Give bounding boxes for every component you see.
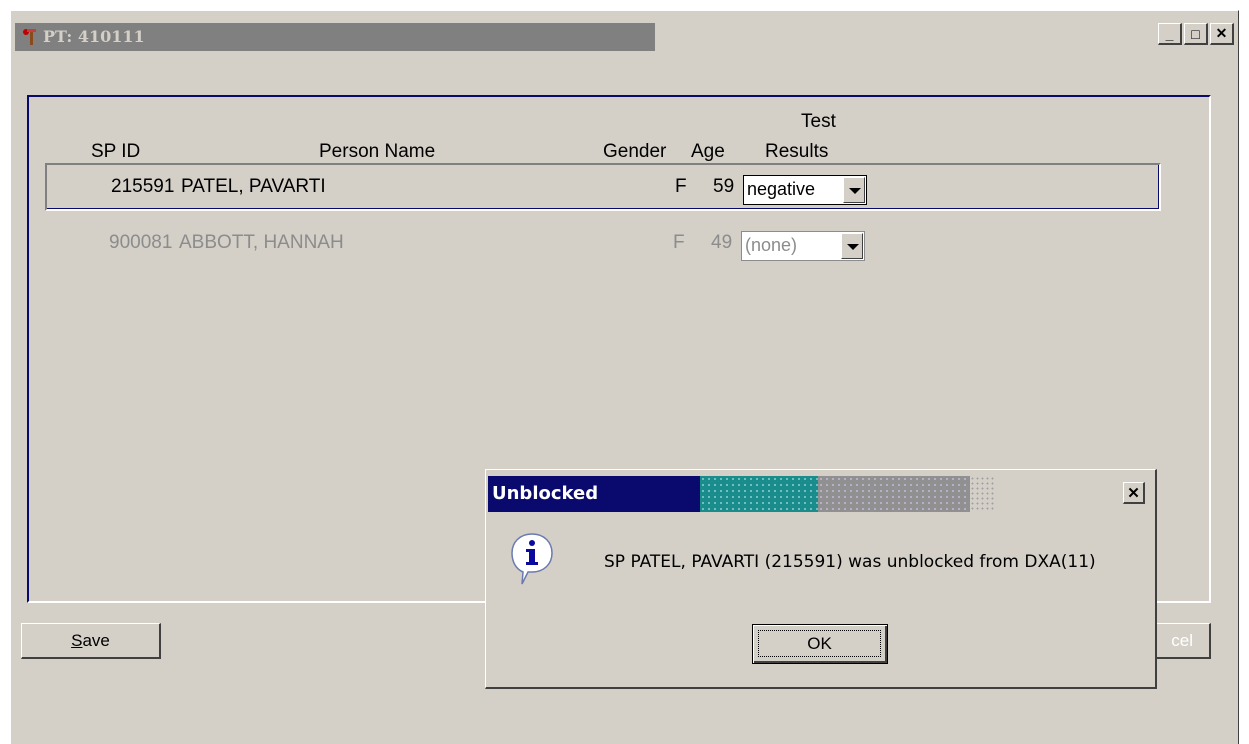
window-titlebar[interactable]: PT: 410111 [15, 23, 655, 51]
row-person-name: ABBOTT, HANNAH [179, 232, 344, 253]
row-gender: F [675, 176, 687, 197]
window-controls: _ □ ✕ [1158, 23, 1234, 45]
test-results-value: negative [747, 179, 816, 199]
save-button-label: Save [71, 630, 110, 650]
dialog-close-button[interactable]: ✕ [1123, 482, 1145, 504]
close-button[interactable]: ✕ [1210, 23, 1234, 45]
minimize-button[interactable]: _ [1158, 23, 1182, 45]
header-age: Age [691, 141, 725, 162]
header-person-name: Person Name [319, 141, 436, 162]
row-age: 59 [713, 176, 735, 197]
row-sp-id: 215591 [111, 176, 175, 197]
close-icon: ✕ [1127, 484, 1140, 502]
window-title: PT: 410111 [43, 27, 145, 46]
header-results: Results [765, 141, 829, 162]
header-sp-id: SP ID [91, 141, 141, 162]
cancel-button-label: cel [1171, 630, 1193, 650]
unblocked-dialog: Unblocked ✕ SP PATEL, PAVARTI (215591) w… [485, 469, 1157, 689]
dialog-title: Unblocked [492, 483, 599, 504]
save-button[interactable]: Save [21, 623, 161, 659]
chevron-down-icon [841, 233, 863, 259]
maximize-icon: □ [1191, 25, 1200, 42]
table-row-selected[interactable]: 215591 PATEL, PAVARTI F 59 negative [45, 163, 1161, 211]
row-sp-id: 900081 [109, 232, 173, 253]
test-results-value: (none) [745, 235, 798, 255]
row-age: 49 [711, 232, 733, 253]
row-gender: F [673, 232, 685, 253]
maximize-button[interactable]: □ [1184, 23, 1208, 45]
header-test: Test [801, 111, 836, 132]
close-icon: ✕ [1215, 25, 1228, 41]
ok-button[interactable]: OK [752, 624, 888, 664]
minimize-icon: _ [1165, 25, 1174, 42]
ok-button-label: OK [758, 630, 881, 657]
row-person-name: PATEL, PAVARTI [181, 176, 326, 197]
chevron-down-icon[interactable] [843, 177, 865, 203]
table-row-disabled: 900081 ABBOTT, HANNAH F 49 (none) [45, 221, 1161, 269]
dialog-message: SP PATEL, PAVARTI (215591) was unblocked… [604, 552, 1096, 572]
test-results-select[interactable]: negative [743, 175, 867, 205]
info-icon [511, 533, 553, 585]
dialog-titlebar[interactable]: Unblocked [488, 476, 1154, 512]
test-results-select-disabled: (none) [741, 231, 865, 261]
header-gender: Gender [603, 141, 667, 162]
app-icon [23, 29, 36, 45]
